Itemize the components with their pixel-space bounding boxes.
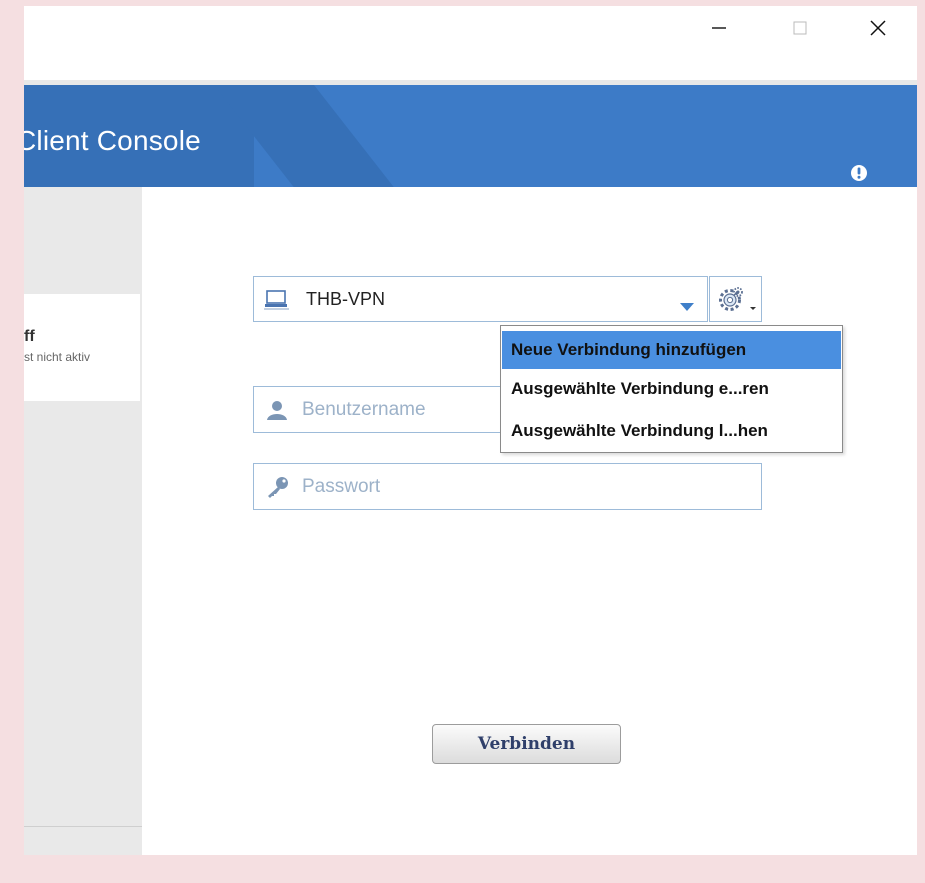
gear-icon bbox=[719, 287, 756, 311]
sidebar-card-title: ff bbox=[24, 328, 35, 345]
minimize-button[interactable] bbox=[689, 6, 749, 50]
title-bar bbox=[24, 6, 917, 80]
app-header: Client Console bbox=[24, 85, 917, 187]
alert-icon[interactable] bbox=[850, 164, 868, 187]
menu-item-edit-connection[interactable]: Ausgewählte Verbindung e...ren bbox=[502, 370, 841, 408]
menu-item-new-connection[interactable]: Neue Verbindung hinzufügen bbox=[502, 331, 841, 369]
password-field[interactable] bbox=[253, 463, 762, 510]
key-icon bbox=[266, 476, 290, 503]
user-icon bbox=[266, 399, 288, 426]
menu-item-delete-connection[interactable]: Ausgewählte Verbindung l...hen bbox=[502, 412, 841, 450]
settings-button[interactable] bbox=[709, 276, 762, 322]
connection-name: THB-VPN bbox=[306, 289, 386, 309]
connection-menu: Neue Verbindung hinzufügen Ausgewählte V… bbox=[500, 325, 843, 453]
computer-icon bbox=[264, 289, 290, 316]
minimize-icon bbox=[712, 27, 726, 29]
close-icon bbox=[870, 20, 886, 36]
connection-select[interactable]: THB-VPN bbox=[253, 276, 708, 322]
sidebar-card-subtitle: st nicht aktiv bbox=[24, 350, 91, 364]
maximize-button[interactable] bbox=[770, 6, 830, 50]
sidebar-card[interactable]: ff st nicht aktiv bbox=[24, 294, 140, 401]
sidebar-divider bbox=[24, 826, 142, 827]
password-input[interactable] bbox=[302, 464, 742, 509]
app-title: Client Console bbox=[24, 125, 201, 156]
connect-button[interactable]: Verbinden bbox=[432, 724, 621, 764]
app-window: Client Console ff st nicht aktiv THB-VPN bbox=[24, 6, 917, 855]
close-button[interactable] bbox=[848, 6, 908, 50]
sidebar: ff st nicht aktiv bbox=[24, 187, 142, 855]
maximize-icon bbox=[793, 21, 807, 35]
chevron-down-icon[interactable] bbox=[680, 298, 694, 316]
